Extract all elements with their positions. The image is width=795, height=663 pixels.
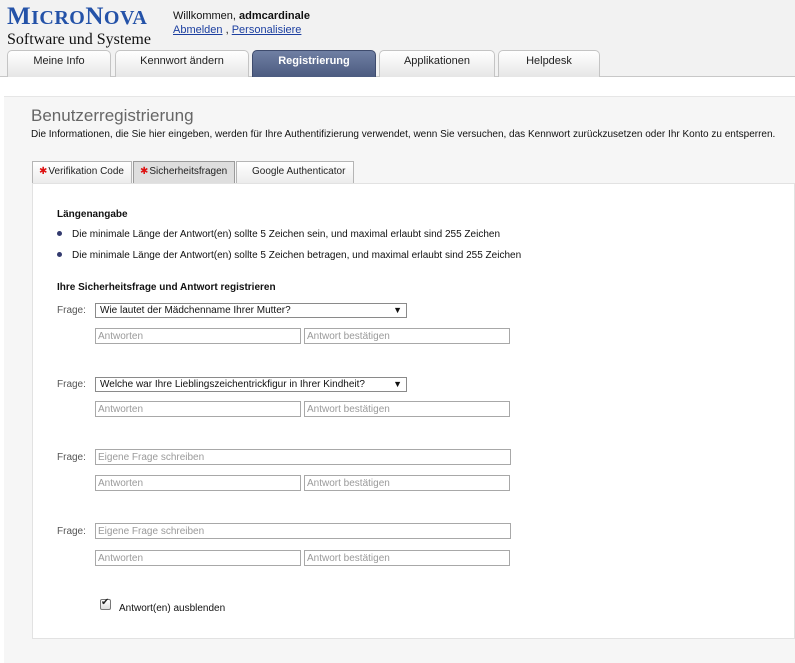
tab-meine-info[interactable]: Meine Info — [7, 50, 111, 77]
app-header: MICRONOVA Software und Systeme Willkomme… — [0, 0, 795, 77]
triangle-down-icon: ▼ — [393, 305, 402, 315]
question-select-2[interactable]: Welche war Ihre Lieblingszeichentrickfig… — [95, 377, 407, 392]
answer-confirm-input-2[interactable] — [304, 401, 510, 417]
question-label: Frage: — [57, 526, 86, 537]
answer-input-4[interactable] — [95, 550, 301, 566]
question-label: Frage: — [57, 379, 86, 390]
hide-answers-checkbox[interactable] — [100, 597, 111, 610]
asterisk-icon: ✱ — [39, 166, 48, 177]
tab-kennwort-aendern[interactable]: Kennwort ändern — [115, 50, 249, 77]
page-title: Benutzerregistrierung — [31, 106, 194, 125]
length-rule: Die minimale Länge der Antwort(en) sollt… — [57, 229, 500, 240]
custom-question-input-3[interactable] — [95, 449, 511, 465]
question-select-1[interactable]: Wie lautet der Mädchenname Ihrer Mutter?… — [95, 303, 407, 318]
custom-question-input-4[interactable] — [95, 523, 511, 539]
page-description: Die Informationen, die Sie hier eingeben… — [31, 129, 776, 140]
tab-registrierung[interactable]: Registrierung — [252, 50, 376, 77]
answer-confirm-input-1[interactable] — [304, 328, 510, 344]
asterisk-icon: ✱ — [140, 166, 149, 177]
tab-verifikation-code[interactable]: ✱Verifikation Code — [32, 161, 132, 183]
questions-heading: Ihre Sicherheitsfrage und Antwort regist… — [57, 282, 276, 293]
length-heading: Längenangabe — [57, 209, 128, 220]
tab-google-authenticator[interactable]: Google Authenticator — [236, 161, 354, 183]
dot-icon — [57, 252, 62, 257]
answer-input-1[interactable] — [95, 328, 301, 344]
username: admcardinale — [239, 10, 310, 22]
logo-subtitle: Software und Systeme — [7, 31, 151, 48]
welcome-text: Willkommen, — [173, 10, 240, 22]
micronova-logo: MICRONOVA Software und Systeme — [7, 3, 151, 48]
tab-sicherheitsfragen[interactable]: ✱Sicherheitsfragen — [133, 161, 235, 183]
welcome-block: Willkommen, admcardinale Abmelden , Pers… — [173, 10, 310, 37]
answer-confirm-input-3[interactable] — [304, 475, 510, 491]
logout-link[interactable]: Abmelden — [173, 24, 223, 36]
question-label: Frage: — [57, 305, 86, 316]
answer-input-2[interactable] — [95, 401, 301, 417]
answer-input-3[interactable] — [95, 475, 301, 491]
personalize-link[interactable]: Personalisiere — [232, 24, 302, 36]
length-rule: Die minimale Länge der Antwort(en) sollt… — [57, 250, 521, 261]
triangle-down-icon: ▼ — [393, 379, 402, 389]
question-label: Frage: — [57, 452, 86, 463]
dot-icon — [57, 231, 62, 236]
hide-answers-label: Antwort(en) ausblenden — [119, 603, 226, 614]
answer-confirm-input-4[interactable] — [304, 550, 510, 566]
tab-applikationen[interactable]: Applikationen — [379, 50, 495, 77]
main-panel: Benutzerregistrierung Die Informationen,… — [4, 96, 795, 663]
link-separator: , — [222, 24, 232, 36]
tab-helpdesk[interactable]: Helpdesk — [498, 50, 600, 77]
security-questions-panel: Längenangabe Die minimale Länge der Antw… — [32, 183, 795, 639]
